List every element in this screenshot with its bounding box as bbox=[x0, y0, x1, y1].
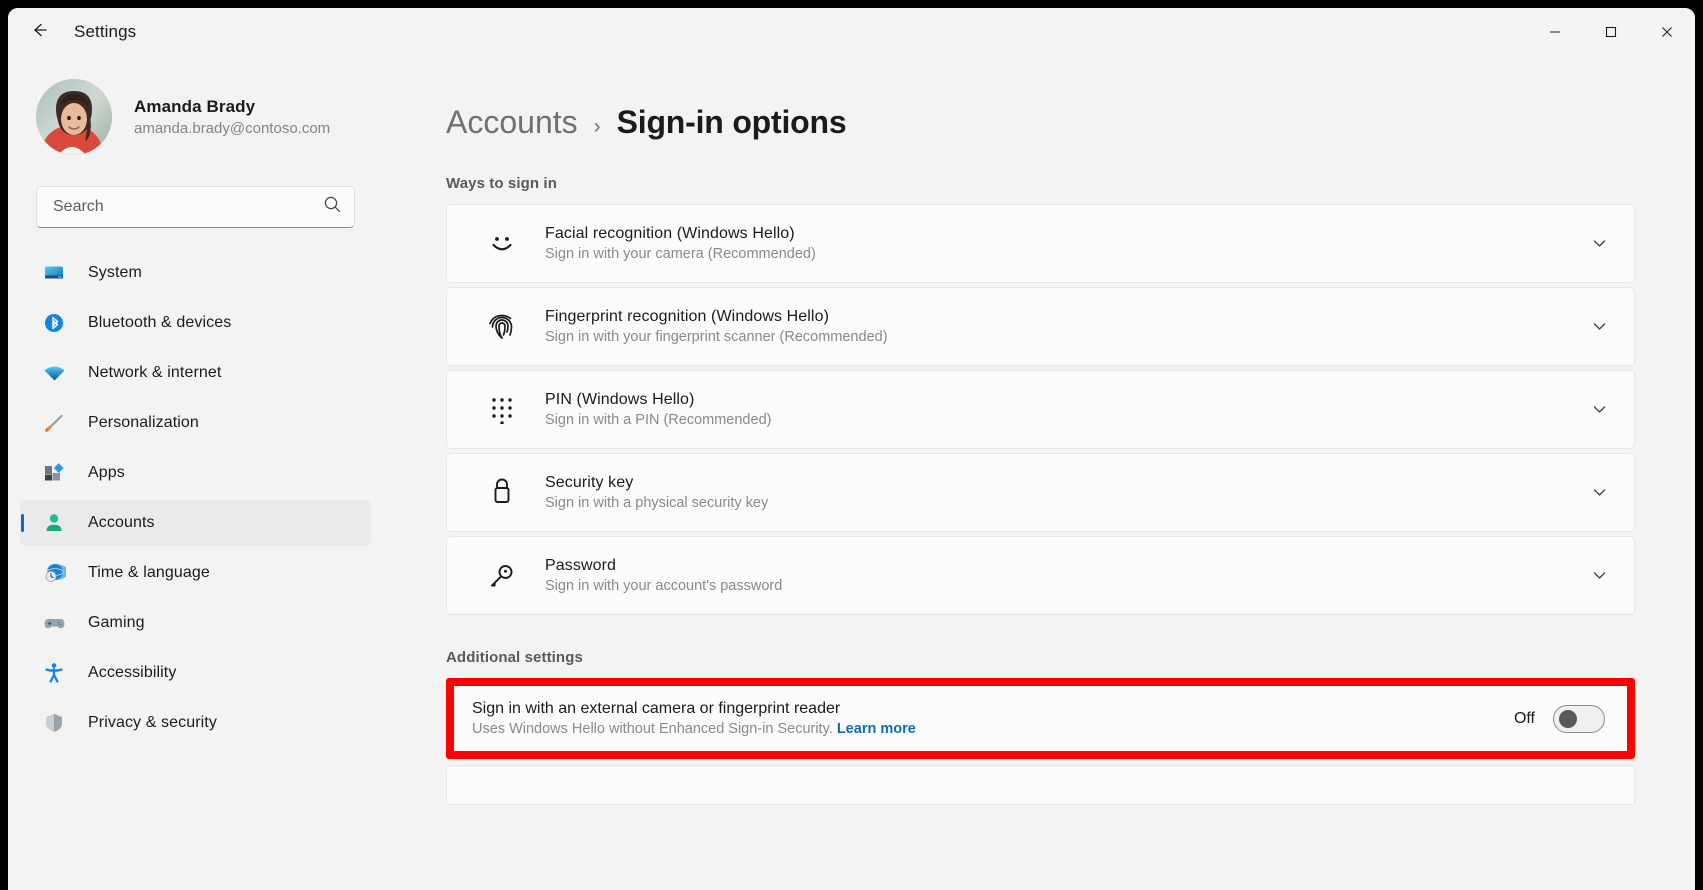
page-title: Sign-in options bbox=[617, 104, 847, 141]
signin-option-facial-recognition[interactable]: Facial recognition (Windows Hello) Sign … bbox=[446, 204, 1635, 283]
main-content: Accounts › Sign-in options Ways to sign … bbox=[383, 56, 1695, 890]
sidebar-item-label: Privacy & security bbox=[88, 714, 217, 732]
sidebar-item-personalization[interactable]: Personalization bbox=[20, 400, 371, 446]
option-title: Security key bbox=[545, 474, 1582, 492]
shield-icon bbox=[40, 710, 68, 736]
learn-more-link[interactable]: Learn more bbox=[837, 721, 916, 737]
option-subtitle: Sign in with your account's password bbox=[545, 578, 1582, 594]
chevron-down-icon[interactable] bbox=[1582, 318, 1616, 335]
maximize-button[interactable] bbox=[1583, 8, 1639, 56]
key-icon bbox=[485, 561, 519, 591]
next-setting-row-partial[interactable] bbox=[446, 765, 1635, 805]
sidebar-nav: System Bluetooth & devices bbox=[8, 250, 383, 890]
window-controls bbox=[1527, 8, 1695, 56]
search-box[interactable] bbox=[36, 186, 355, 228]
pin-keypad-icon bbox=[485, 396, 519, 424]
option-subtitle: Sign in with a PIN (Recommended) bbox=[545, 412, 1582, 428]
sidebar: Amanda Brady amanda.brady@contoso.com bbox=[8, 56, 383, 890]
signin-option-pin[interactable]: PIN (Windows Hello) Sign in with a PIN (… bbox=[446, 370, 1635, 449]
sidebar-item-apps[interactable]: Apps bbox=[20, 450, 371, 496]
sidebar-item-privacy-security[interactable]: Privacy & security bbox=[20, 700, 371, 746]
sidebar-item-accessibility[interactable]: Accessibility bbox=[20, 650, 371, 696]
chevron-right-icon: › bbox=[594, 115, 601, 139]
profile-name: Amanda Brady bbox=[134, 97, 330, 117]
back-button[interactable] bbox=[20, 16, 60, 48]
additional-settings-heading: Additional settings bbox=[446, 649, 1635, 666]
sidebar-item-label: Time & language bbox=[88, 564, 210, 582]
sidebar-item-label: Network & internet bbox=[88, 364, 221, 382]
sidebar-item-label: Bluetooth & devices bbox=[88, 314, 231, 332]
avatar bbox=[36, 79, 112, 155]
signin-option-fingerprint-recognition[interactable]: Fingerprint recognition (Windows Hello) … bbox=[446, 287, 1635, 366]
user-profile[interactable]: Amanda Brady amanda.brady@contoso.com bbox=[36, 74, 383, 160]
security-key-icon bbox=[485, 478, 519, 508]
search-icon[interactable] bbox=[323, 195, 342, 219]
bluetooth-icon bbox=[40, 310, 68, 336]
option-title: Password bbox=[545, 557, 1582, 575]
signin-option-password[interactable]: Password Sign in with your account's pas… bbox=[446, 536, 1635, 615]
sidebar-item-label: System bbox=[88, 264, 142, 282]
external-camera-setting-row[interactable]: Sign in with an external camera or finge… bbox=[454, 686, 1627, 751]
toggle-thumb bbox=[1559, 710, 1577, 728]
sidebar-item-gaming[interactable]: Gaming bbox=[20, 600, 371, 646]
sidebar-item-accounts[interactable]: Accounts bbox=[20, 500, 371, 546]
setting-subtitle-text: Uses Windows Hello without Enhanced Sign… bbox=[472, 721, 833, 737]
accounts-person-icon bbox=[40, 510, 68, 536]
sidebar-item-label: Accessibility bbox=[88, 664, 176, 682]
gamepad-icon bbox=[40, 610, 68, 636]
option-title: Fingerprint recognition (Windows Hello) bbox=[545, 308, 1582, 326]
wifi-icon bbox=[40, 360, 68, 386]
sidebar-item-network-internet[interactable]: Network & internet bbox=[20, 350, 371, 396]
toggle-area: Off bbox=[1514, 705, 1605, 733]
option-subtitle: Sign in with a physical security key bbox=[545, 495, 1582, 511]
external-camera-toggle[interactable] bbox=[1553, 705, 1605, 733]
sidebar-item-system[interactable]: System bbox=[20, 250, 371, 296]
chevron-down-icon[interactable] bbox=[1582, 235, 1616, 252]
sidebar-item-label: Personalization bbox=[88, 414, 199, 432]
signin-option-security-key[interactable]: Security key Sign in with a physical sec… bbox=[446, 453, 1635, 532]
system-icon bbox=[40, 260, 68, 286]
chevron-down-icon[interactable] bbox=[1582, 484, 1616, 501]
sidebar-item-label: Gaming bbox=[88, 614, 145, 632]
search-input[interactable] bbox=[53, 198, 323, 216]
sidebar-item-label: Apps bbox=[88, 464, 125, 482]
ways-to-sign-in-heading: Ways to sign in bbox=[446, 175, 1635, 192]
sidebar-item-label: Accounts bbox=[88, 514, 155, 532]
clock-globe-icon bbox=[40, 560, 68, 586]
close-button[interactable] bbox=[1639, 8, 1695, 56]
chevron-down-icon[interactable] bbox=[1582, 567, 1616, 584]
highlight-annotation: Sign in with an external camera or finge… bbox=[446, 678, 1635, 759]
paintbrush-icon bbox=[40, 410, 68, 436]
minimize-button[interactable] bbox=[1527, 8, 1583, 56]
breadcrumb: Accounts › Sign-in options bbox=[446, 104, 1635, 141]
back-arrow-icon bbox=[30, 20, 50, 45]
accessibility-person-icon bbox=[40, 660, 68, 686]
toggle-state-label: Off bbox=[1514, 710, 1535, 728]
face-smile-icon bbox=[485, 229, 519, 259]
settings-window: Settings bbox=[8, 8, 1695, 890]
option-title: PIN (Windows Hello) bbox=[545, 391, 1582, 409]
apps-icon bbox=[40, 460, 68, 486]
option-subtitle: Sign in with your fingerprint scanner (R… bbox=[545, 329, 1582, 345]
breadcrumb-parent[interactable]: Accounts bbox=[446, 104, 578, 141]
chevron-down-icon[interactable] bbox=[1582, 401, 1616, 418]
window-body: Amanda Brady amanda.brady@contoso.com bbox=[8, 56, 1695, 890]
fingerprint-icon bbox=[485, 311, 519, 343]
title-bar: Settings bbox=[8, 8, 1695, 56]
option-subtitle: Sign in with your camera (Recommended) bbox=[545, 246, 1582, 262]
sidebar-item-time-language[interactable]: Time & language bbox=[20, 550, 371, 596]
sidebar-item-bluetooth-devices[interactable]: Bluetooth & devices bbox=[20, 300, 371, 346]
option-title: Facial recognition (Windows Hello) bbox=[545, 225, 1582, 243]
setting-title: Sign in with an external camera or finge… bbox=[472, 700, 1514, 718]
app-title: Settings bbox=[74, 22, 136, 42]
profile-email: amanda.brady@contoso.com bbox=[134, 120, 330, 137]
setting-subtitle: Uses Windows Hello without Enhanced Sign… bbox=[472, 721, 1514, 737]
